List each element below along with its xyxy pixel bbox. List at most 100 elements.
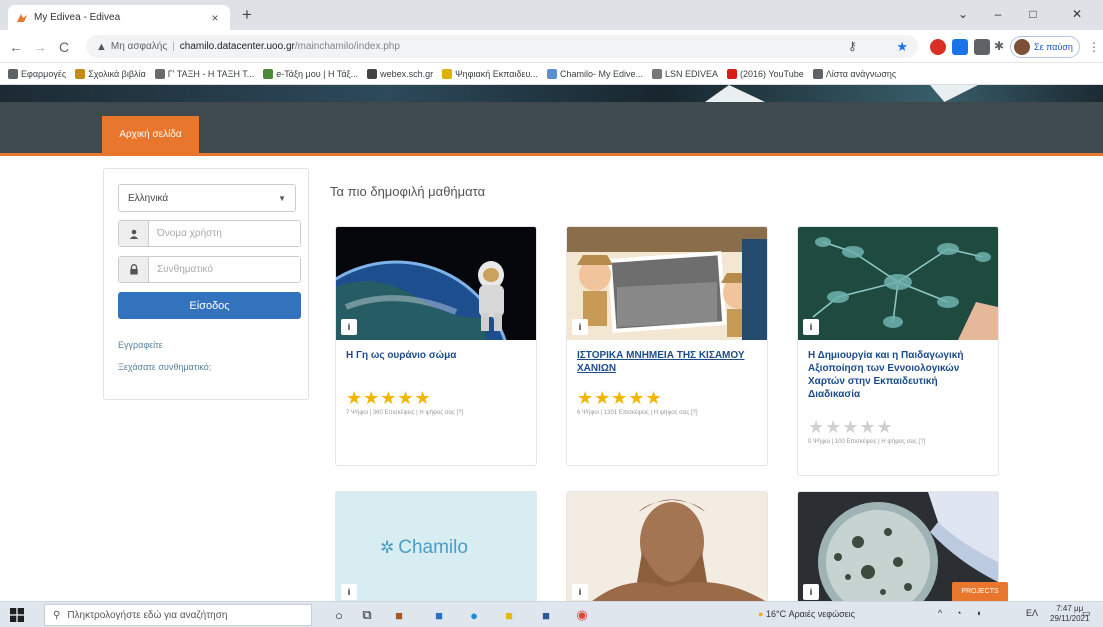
login-button[interactable]: Είσοδος (118, 292, 301, 319)
browser-toolbar: ← → C ▲ Μη ασφαλής | chamilo.datacenter.… (0, 30, 1103, 63)
course-image[interactable]: ✲ Chamilo (336, 492, 536, 605)
info-icon[interactable]: i (341, 584, 357, 600)
bookmark-item[interactable]: Chamilo- My Edive... (546, 68, 643, 79)
profile-button[interactable]: Σε παύση (1010, 36, 1080, 58)
course-card[interactable]: i Η Δημιουργία και η Παιδαγωγική Αξιοποί… (797, 226, 999, 476)
login-panel: Ελληνικά ▼ Είσοδος Εγγραφείτε Ξεχάσατε σ… (103, 168, 309, 400)
username-field[interactable] (118, 220, 301, 247)
bookmark-label: Chamilo- My Edive... (559, 68, 643, 79)
bookmark-item[interactable]: Ψηφιακή Εκπαιδευ... (442, 68, 538, 79)
course-image[interactable] (567, 227, 767, 340)
rating-stars[interactable]: ★★★★★ (808, 418, 894, 436)
bookmark-favicon-icon (727, 68, 737, 79)
bookmark-star-icon[interactable]: ★ (896, 39, 908, 55)
password-field[interactable] (118, 256, 301, 283)
address-bar[interactable]: ▲ Μη ασφαλής | chamilo.datacenter.uoo.gr… (86, 35, 918, 58)
bookmark-item[interactable]: e-Τάξη μου | Η Τάξ... (263, 68, 358, 79)
puzzle-icon[interactable]: ✱ (994, 39, 1010, 55)
course-title[interactable]: ΙΣΤΟΡΙΚΑ ΜΝΗΜΕΙΑ ΤΗΣ ΚΙΣΑΜΟΥ ΧΑΝΙΩΝ (577, 349, 759, 375)
course-meta: 6 Ψήφοι | 1301 Επισκέψεις | Η ψήφος σας … (577, 410, 698, 416)
bookmark-label: LSN EDIVEA (664, 68, 718, 79)
profile-label: Σε παύση (1034, 42, 1073, 52)
notification-icon[interactable]: ▭ (1082, 608, 1091, 619)
bookmark-item[interactable]: webex.sch.gr (367, 68, 434, 79)
url-path: /mainchamilo/index.php (294, 41, 400, 52)
password-input[interactable] (149, 257, 300, 282)
rating-stars[interactable]: ★★★★★ (577, 389, 663, 407)
username-input[interactable] (149, 221, 300, 246)
course-card[interactable]: i (566, 491, 768, 606)
info-icon[interactable]: i (341, 319, 357, 335)
new-tab-button[interactable]: + (236, 5, 258, 25)
course-image[interactable] (798, 227, 998, 340)
course-title[interactable]: Η Δημιουργία και η Παιδαγωγική Αξιοποίησ… (808, 349, 990, 401)
windows-start-icon[interactable] (10, 608, 24, 622)
course-card[interactable]: i ΙΣΤΟΡΙΚΑ ΜΝΗΜΕΙΑ ΤΗΣ ΚΙΣΑΜΟΥ ΧΑΝΙΩΝ ★★… (566, 226, 768, 466)
edge-icon[interactable]: ● (465, 606, 483, 624)
rating-stars[interactable]: ★★★★★ (346, 389, 432, 407)
back-button[interactable]: ← (6, 37, 26, 57)
bookmark-favicon-icon (8, 68, 18, 79)
extension-icon-2[interactable] (974, 39, 990, 55)
minimize-button[interactable]: – (983, 4, 1013, 24)
course-card[interactable]: ✲ Chamilo i (335, 491, 537, 606)
language-select[interactable]: Ελληνικά ▼ (118, 184, 296, 212)
user-icon (119, 221, 149, 246)
bookmark-item[interactable]: (2016) YouTube (727, 68, 804, 79)
taskbar-search[interactable]: ⚲ Πληκτρολογήστε εδώ για αναζήτηση (44, 604, 312, 626)
info-icon[interactable]: i (572, 584, 588, 600)
course-image[interactable] (567, 492, 767, 605)
bookmark-item[interactable]: LSN EDIVEA (651, 68, 718, 79)
close-window-button[interactable]: ✕ (1062, 4, 1092, 24)
opera-extension-icon[interactable] (930, 39, 946, 55)
course-title[interactable]: Η Γη ως ουράνιο σώμα (346, 349, 528, 362)
chevron-down-icon: ▼ (278, 193, 286, 203)
menu-icon[interactable]: ⋮ (1084, 37, 1103, 57)
forward-button[interactable]: → (30, 37, 50, 57)
cortana-icon[interactable]: ○ (330, 606, 348, 624)
projects-button[interactable]: PROJECTS (952, 582, 1008, 601)
chrome-icon[interactable]: ◉ (573, 606, 591, 624)
bookmark-label: webex.sch.gr (380, 68, 434, 79)
course-meta: 7 Ψήφοι | 360 Επισκέψεις | Η ψήφος σας [… (346, 410, 464, 416)
maximize-button[interactable]: □ (1018, 4, 1048, 24)
lost-password-link[interactable]: Ξεχάσατε συνθηματικό; (118, 362, 211, 372)
bookmark-label: Σχολικά βιβλία (88, 68, 146, 79)
language-indicator[interactable]: ΕΛ (1026, 608, 1038, 618)
bookmark-item[interactable]: Εφαρμογές (8, 68, 66, 79)
word-icon[interactable]: ■ (537, 606, 555, 624)
bookmark-label: Ψηφιακή Εκπαιδευ... (455, 68, 538, 79)
info-icon[interactable]: i (803, 584, 819, 600)
tab-search-icon[interactable]: ⌄ (948, 4, 978, 24)
course-card[interactable]: i Η Γη ως ουράνιο σώμα ★★★★★ 7 Ψήφοι | 3… (335, 226, 537, 466)
network-icon[interactable]: ◔ (956, 608, 961, 618)
extension-icon[interactable] (952, 39, 968, 55)
bookmark-favicon-icon (442, 68, 453, 79)
browser-tab[interactable]: My Edivea - Edivea × (8, 5, 230, 30)
not-secure-label: Μη ασφαλής (110, 41, 168, 52)
task-view-icon[interactable]: ⧉ (358, 606, 376, 624)
file-explorer-icon[interactable]: ■ (500, 606, 518, 624)
site-header: Αρχική σελίδα (0, 85, 1103, 153)
bookmark-item[interactable]: Σχολικά βιβλία (75, 68, 146, 79)
bookmark-item[interactable]: Λίστα ανάγνωσης (812, 68, 897, 79)
lock-icon (119, 257, 149, 282)
nav-home-tab[interactable]: Αρχική σελίδα (102, 116, 199, 153)
avatar (1014, 39, 1030, 55)
reload-button[interactable]: C (54, 37, 74, 57)
tray-chevron-icon[interactable]: ^ (938, 608, 942, 618)
info-icon[interactable]: i (572, 319, 588, 335)
course-image[interactable] (336, 227, 536, 340)
tab-close-icon[interactable]: × (208, 11, 222, 25)
store-icon[interactable]: ■ (430, 606, 448, 624)
info-icon[interactable]: i (803, 319, 819, 335)
app-icon[interactable]: ■ (390, 606, 408, 624)
weather-sun-icon: ● (758, 609, 764, 619)
register-link[interactable]: Εγγραφείτε (118, 340, 163, 350)
key-icon[interactable]: ⚷ (848, 39, 866, 55)
volume-icon[interactable]: ◖ (976, 608, 981, 618)
bookmark-label: Λίστα ανάγνωσης (825, 68, 897, 79)
bookmark-item[interactable]: Γ' ΤΑΞΗ - Η ΤΑΞΗ Τ... (154, 68, 254, 79)
weather-text: 16°C Αραιές νεφώσεις (765, 609, 856, 619)
weather-widget[interactable]: ● 16°C Αραιές νεφώσεις (758, 609, 855, 619)
